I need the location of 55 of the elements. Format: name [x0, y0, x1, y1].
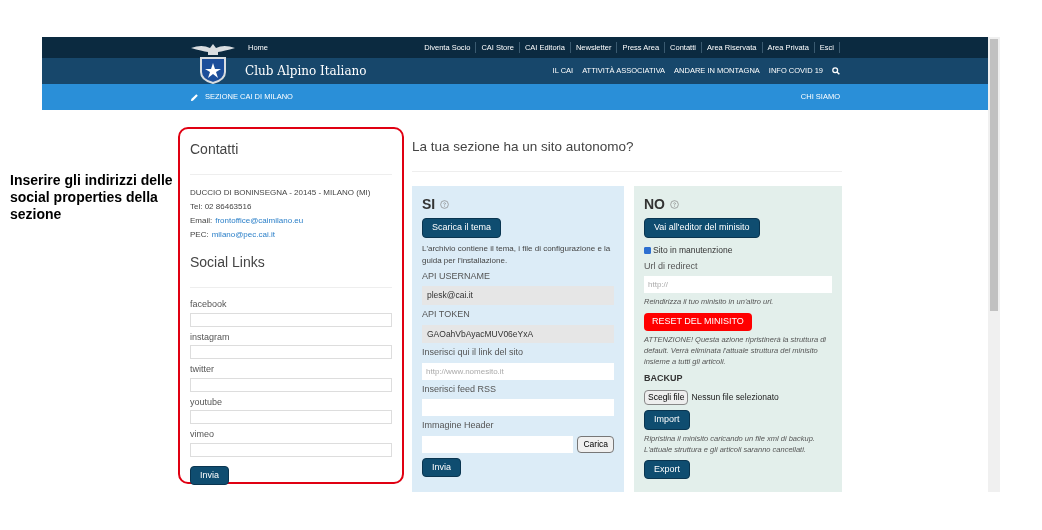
submit-button[interactable]: Invia: [422, 457, 461, 478]
email-link[interactable]: frontoffice@caimilano.eu: [215, 215, 304, 226]
section-heading: Contatti: [190, 140, 240, 159]
readonly-field: plesk@cai.it: [422, 286, 614, 305]
page-heading: La tua sezione ha un sito autonomo?: [412, 138, 635, 156]
scrollbar[interactable]: [988, 37, 1000, 492]
panel-title: NO: [644, 195, 665, 215]
search-icon[interactable]: [832, 67, 840, 75]
file-status: Nessun file selezionato: [691, 391, 779, 404]
address-text: DUCCIO DI BONINSEGNA - 20145 - MILANO (MI): [190, 187, 372, 198]
field-label: instagram: [190, 330, 231, 344]
editor-button[interactable]: Vai all'editor del minisito: [644, 218, 760, 238]
brand-name[interactable]: Club Alpino Italiano: [245, 62, 367, 80]
upload-button[interactable]: Carica: [577, 435, 614, 453]
description-text: L'archivio contiene il tema, i file di configurazione e la guida per l'installazione.: [422, 242, 612, 267]
field-label: Immagine Header: [422, 419, 495, 433]
choose-file-button[interactable]: Scegli file: [644, 390, 689, 405]
input-field[interactable]: [190, 410, 392, 424]
phone-text: Tel: 02 86463516: [190, 201, 253, 212]
input-field[interactable]: http://: [644, 276, 832, 293]
field-label: PEC:: [190, 229, 209, 240]
field-label: API TOKEN: [422, 308, 471, 321]
field-label: vimeo: [190, 428, 215, 441]
input-field[interactable]: [422, 435, 574, 453]
input-field[interactable]: [190, 345, 392, 359]
email-link[interactable]: milano@pec.cai.it: [211, 229, 275, 240]
input-field[interactable]: [422, 399, 614, 417]
help-icon[interactable]: [670, 200, 679, 210]
checkbox-label: Sito in manutenzione: [653, 243, 733, 257]
help-icon[interactable]: [440, 200, 450, 210]
section-heading: Social Links: [190, 253, 266, 272]
field-label: twitter: [190, 363, 215, 376]
checkbox[interactable]: [644, 246, 651, 254]
field-label: youtube: [190, 395, 224, 409]
panel-title: SI: [422, 195, 436, 215]
backup-heading: BACKUP: [644, 371, 684, 385]
field-label: API USERNAME: [422, 269, 491, 283]
export-button[interactable]: Export: [644, 459, 690, 479]
submit-button[interactable]: Invia: [190, 465, 229, 485]
import-button[interactable]: Import: [644, 410, 690, 430]
eagle-shield-logo-icon[interactable]: [190, 42, 236, 84]
field-label: Email:: [190, 215, 213, 226]
readonly-field: GAOahVbAyacMUV06eYxA: [422, 324, 614, 344]
field-label: facebook: [190, 298, 228, 311]
input-field[interactable]: http://www.nomesito.it: [422, 362, 614, 380]
input-field[interactable]: [190, 312, 392, 327]
input-field[interactable]: [190, 442, 392, 457]
pencil-icon: [190, 92, 199, 102]
field-label: Inserisci qui il link del sito: [422, 346, 525, 360]
reset-button[interactable]: RESET DEL MINISITO: [644, 313, 752, 331]
annotation-text: Inserire gli indirizzi delle social properties della sezione: [10, 172, 174, 223]
field-label: Url di redirect: [644, 259, 699, 273]
download-button[interactable]: Scarica il tema: [422, 218, 502, 238]
input-field[interactable]: [190, 377, 392, 392]
field-label: Inserisci feed RSS: [422, 382, 498, 396]
